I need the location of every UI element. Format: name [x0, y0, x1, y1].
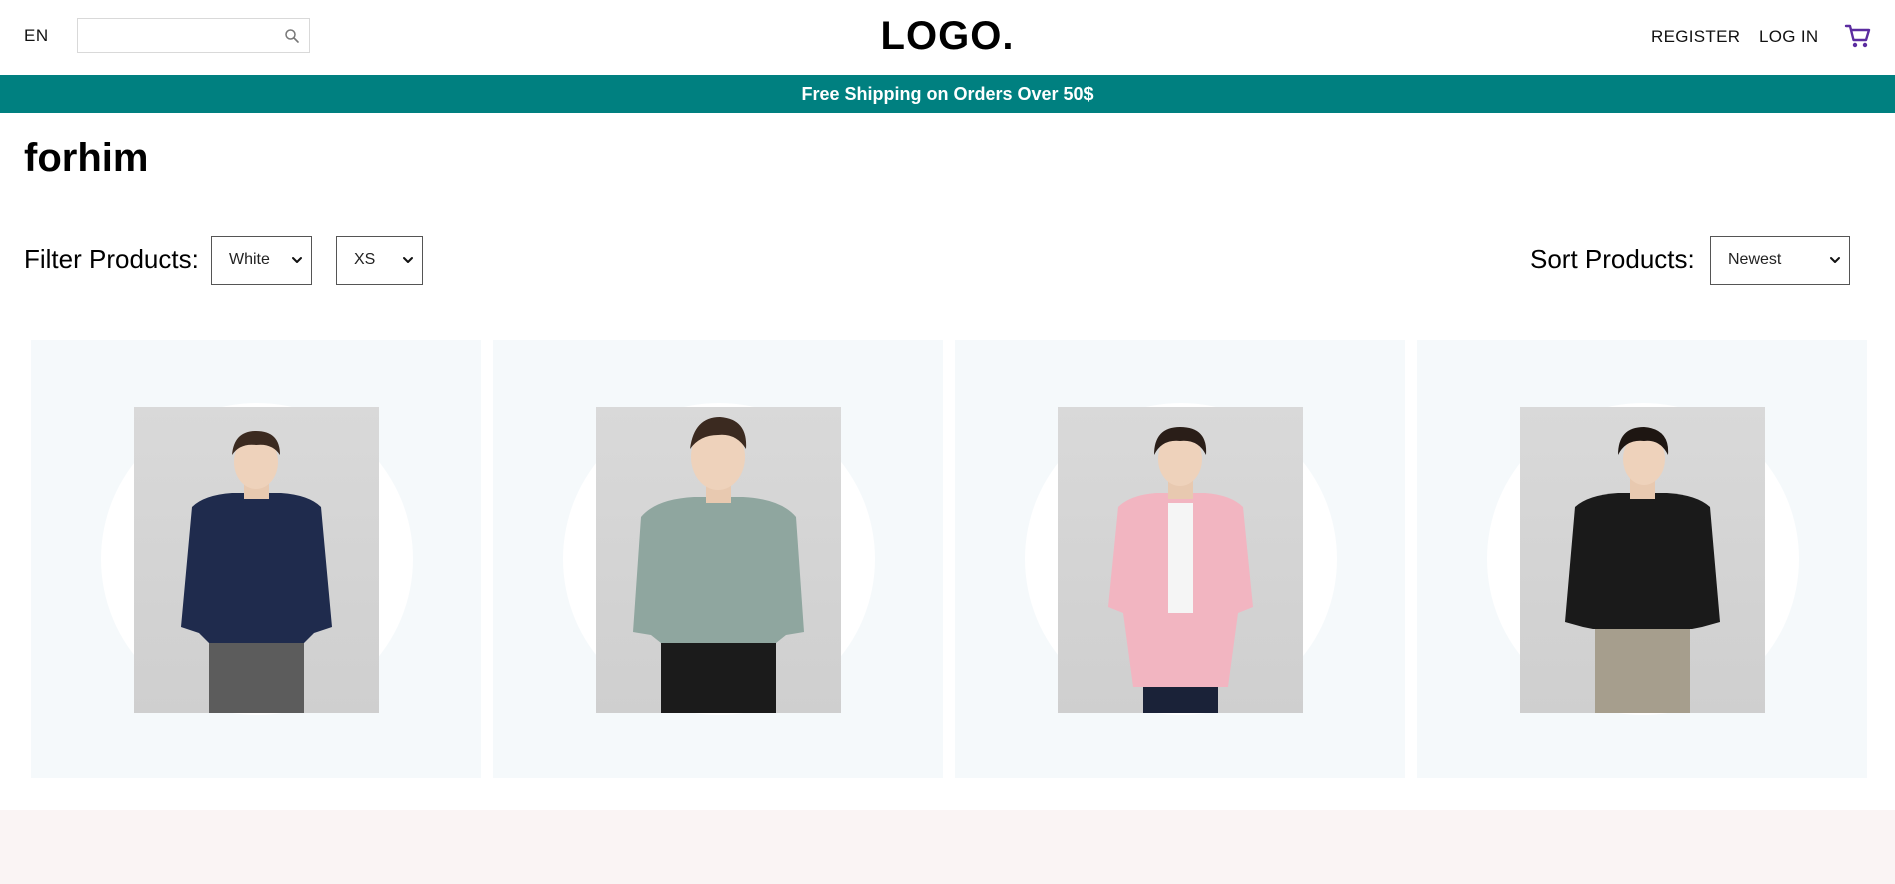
footer-section [0, 810, 1895, 884]
site-header: EN LOGO. REGISTER LOG IN [0, 0, 1895, 75]
free-shipping-banner: Free Shipping on Orders Over 50$ [0, 75, 1895, 113]
filter-label: Filter Products: [24, 244, 199, 274]
cart-icon[interactable] [1844, 22, 1872, 50]
chevron-down-icon [1830, 257, 1840, 263]
model-figure [1565, 427, 1720, 713]
product-card[interactable] [31, 340, 481, 778]
model-figure [633, 417, 804, 713]
product-card[interactable] [955, 340, 1405, 778]
product-card[interactable] [1417, 340, 1867, 778]
chevron-down-icon [403, 257, 413, 263]
sort-label: Sort Products: [1530, 244, 1695, 274]
sort-value: Newest [1728, 251, 1782, 268]
size-filter-select[interactable]: XS [336, 236, 423, 285]
page-title: forhim [24, 136, 149, 180]
site-logo[interactable]: LOGO. [881, 14, 1015, 58]
product-image[interactable] [1058, 407, 1303, 713]
search-input[interactable] [78, 19, 284, 52]
color-filter-select[interactable]: White [211, 236, 312, 285]
chevron-down-icon [292, 257, 302, 263]
product-image[interactable] [596, 407, 841, 713]
banner-text: Free Shipping on Orders Over 50$ [801, 84, 1094, 104]
login-link[interactable]: LOG IN [1759, 27, 1818, 47]
search-bar [77, 18, 310, 53]
product-image[interactable] [134, 407, 379, 713]
language-selector[interactable]: EN [24, 26, 49, 46]
sort-select[interactable]: Newest [1710, 236, 1850, 285]
model-figure [181, 431, 332, 713]
product-card[interactable] [493, 340, 943, 778]
color-filter-value: White [229, 251, 270, 268]
size-filter-value: XS [354, 251, 376, 268]
search-icon[interactable] [284, 28, 300, 44]
register-link[interactable]: REGISTER [1651, 27, 1740, 47]
model-figure [1108, 427, 1253, 713]
product-image[interactable] [1520, 407, 1765, 713]
